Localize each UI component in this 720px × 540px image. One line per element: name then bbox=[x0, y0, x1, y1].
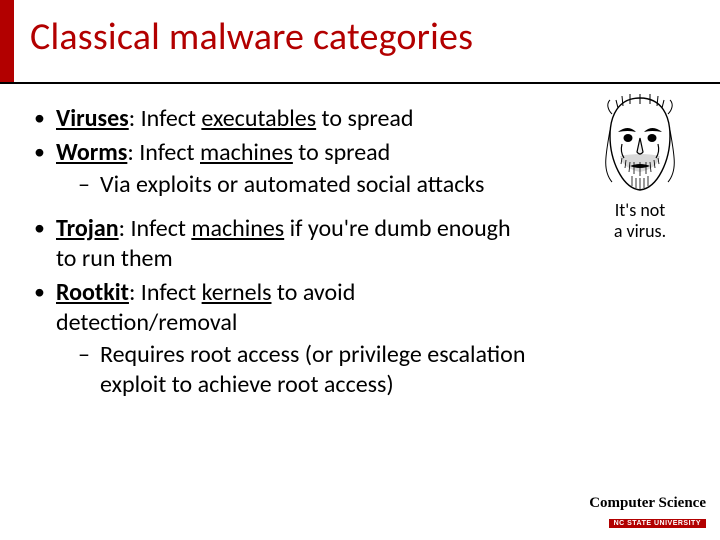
bullet-trojan: Trojan: Infect machines if you're dumb e… bbox=[34, 214, 534, 274]
content-body: Viruses: Infect executables to spread Wo… bbox=[34, 104, 534, 404]
term: Worms bbox=[56, 138, 127, 167]
caption-line: It's not bbox=[615, 199, 666, 221]
text: to spread bbox=[316, 104, 413, 133]
keyword: kernels bbox=[202, 278, 272, 307]
term: Trojan bbox=[56, 214, 119, 243]
footer-line1: Computer Science bbox=[589, 495, 706, 512]
slide: Classical malware categories Viruses: In… bbox=[0, 0, 720, 540]
portrait-block: It's not a virus. bbox=[584, 92, 696, 241]
bullet-worms: Worms: Infect machines to spread Via exp… bbox=[34, 138, 534, 200]
subbullet-worms: Via exploits or automated social attacks bbox=[56, 170, 534, 200]
text: to spread bbox=[293, 138, 390, 167]
slide-title: Classical malware categories bbox=[30, 14, 473, 60]
footer-line2: NC STATE UNIVERSITY bbox=[609, 519, 706, 528]
text: : Infect bbox=[127, 138, 200, 167]
accent-bar bbox=[0, 0, 14, 84]
text: : Infect bbox=[119, 214, 192, 243]
caption-line: a virus. bbox=[614, 220, 666, 242]
title-underline bbox=[0, 82, 720, 84]
text: : Infect bbox=[129, 104, 202, 133]
text: : Infect bbox=[129, 278, 202, 307]
term: Rootkit bbox=[56, 278, 129, 307]
footer-logo: Computer Science NC STATE UNIVERSITY bbox=[589, 495, 706, 530]
bullet-viruses: Viruses: Infect executables to spread bbox=[34, 104, 534, 134]
face-sketch-icon bbox=[592, 92, 688, 196]
term: Viruses bbox=[56, 104, 129, 133]
portrait-caption: It's not a virus. bbox=[584, 200, 696, 241]
subbullet-rootkit: Requires root access (or privilege escal… bbox=[56, 340, 534, 400]
keyword: executables bbox=[201, 104, 316, 133]
bullet-rootkit: Rootkit: Infect kernels to avoid detecti… bbox=[34, 278, 534, 400]
keyword: machines bbox=[200, 138, 293, 167]
keyword: machines bbox=[191, 214, 284, 243]
spacer bbox=[34, 204, 534, 214]
